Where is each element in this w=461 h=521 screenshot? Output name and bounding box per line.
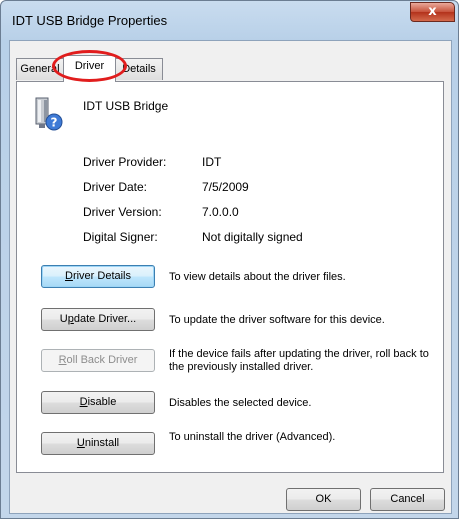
roll-back-driver-button[interactable]: Roll Back Driver (41, 349, 155, 372)
properties-window: IDT USB Bridge Properties x General Driv… (0, 0, 459, 519)
driver-provider-label: Driver Provider: (83, 155, 167, 169)
disable-button[interactable]: Disable (41, 391, 155, 414)
tab-details[interactable]: Details (115, 58, 163, 80)
dialog-client-area: General Driver Details ? IDT USB Bridge … (9, 40, 452, 514)
uninstall-button[interactable]: Uninstall (41, 432, 155, 455)
usb-device-unknown-icon: ? (35, 97, 63, 131)
close-button[interactable]: x (410, 2, 455, 22)
title-bar[interactable]: IDT USB Bridge Properties x (1, 1, 460, 41)
tab-general[interactable]: General (16, 58, 64, 80)
driver-details-button[interactable]: Driver Details (41, 265, 155, 288)
device-name: IDT USB Bridge (83, 99, 169, 113)
driver-tab-panel: ? IDT USB Bridge Driver Provider: IDT Dr… (16, 81, 444, 473)
svg-text:?: ? (51, 116, 58, 130)
driver-details-description: To view details about the driver files. (169, 271, 346, 283)
close-icon: x (428, 4, 437, 19)
driver-date-value: 7/5/2009 (202, 180, 249, 194)
update-driver-button[interactable]: Update Driver... (41, 308, 155, 331)
ok-button[interactable]: OK (286, 488, 361, 511)
driver-date-label: Driver Date: (83, 180, 148, 194)
digital-signer-value: Not digitally signed (202, 230, 303, 244)
digital-signer-label: Digital Signer: (83, 230, 158, 244)
roll-back-driver-description: If the device fails after updating the d… (169, 348, 429, 373)
driver-provider-value: IDT (202, 155, 222, 169)
tab-driver[interactable]: Driver (63, 55, 116, 82)
cancel-button[interactable]: Cancel (370, 488, 445, 511)
window-title: IDT USB Bridge Properties (12, 13, 168, 28)
driver-version-value: 7.0.0.0 (202, 205, 239, 219)
driver-version-label: Driver Version: (83, 205, 162, 219)
update-driver-description: To update the driver software for this d… (169, 314, 385, 326)
uninstall-description: To uninstall the driver (Advanced). (169, 431, 336, 443)
disable-description: Disables the selected device. (169, 397, 312, 409)
